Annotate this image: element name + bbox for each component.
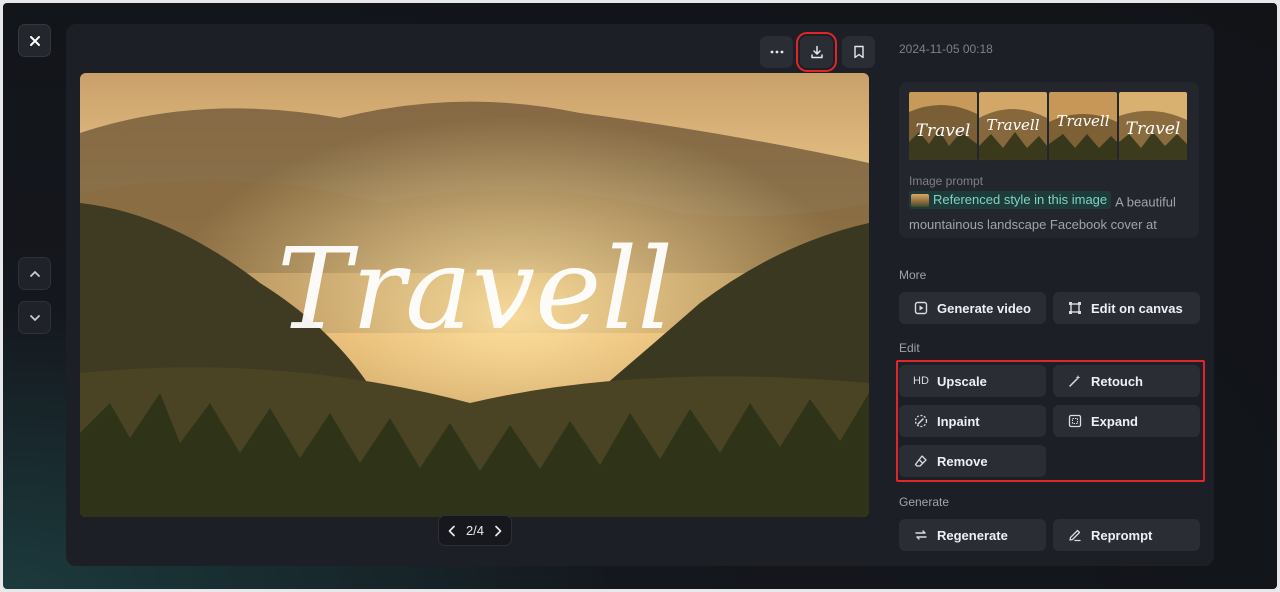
regenerate-icon [913,527,929,543]
chevron-right-icon[interactable] [493,525,503,537]
reference-chip-label: Referenced style in this image [933,192,1108,207]
pencil-icon [1067,527,1083,543]
generate-video-label: Generate video [937,300,1031,316]
more-horizontal-icon [770,50,783,54]
reference-style-chip[interactable]: Referenced style in this image [909,191,1112,209]
chevron-up-icon [29,270,40,277]
thumbnail-3-text: Travell [1056,112,1109,130]
chevron-down-icon [29,314,40,321]
regenerate-button[interactable]: Regenerate [899,519,1046,551]
next-image-button[interactable] [18,301,51,334]
prompt-card: Travel Travell Travell Travel Image prom… [899,82,1199,238]
prompt-label: Image prompt [909,174,984,188]
thumbnail-4-text: Travel [1126,119,1181,139]
regenerate-label: Regenerate [937,527,1008,543]
thumbnail-strip: Travel Travell Travell Travel [909,92,1187,160]
edit-on-canvas-button[interactable]: Edit on canvas [1053,292,1200,324]
reprompt-label: Reprompt [1091,527,1153,543]
download-icon [810,45,823,59]
prompt-text-block: Referenced style in this image A beautifu… [909,191,1194,238]
edit-on-canvas-label: Edit on canvas [1091,300,1183,316]
previous-image-button[interactable] [18,257,51,290]
close-button[interactable] [18,24,51,57]
image-detail-panel: Travell 2/4 2024-11-05 00:18 Travel Trav… [66,24,1214,566]
thumbnail-2-text: Travell [986,116,1039,134]
more-options-button[interactable] [760,36,793,68]
main-image[interactable]: Travell [80,73,869,517]
edit-section-highlight [896,360,1205,482]
thumbnail-3[interactable]: Travell [1049,92,1117,160]
thumbnail-4[interactable]: Travel [1119,92,1187,160]
thumbnail-2[interactable]: Travell [979,92,1047,160]
section-label-more: More [899,268,927,282]
creation-timestamp: 2024-11-05 00:18 [899,42,993,56]
section-label-edit: Edit [899,341,920,355]
app-window: Travell 2/4 2024-11-05 00:18 Travel Trav… [3,3,1277,589]
pagination: 2/4 [438,515,512,546]
thumbnail-1[interactable]: Travel [909,92,977,160]
bookmark-button[interactable] [842,36,875,68]
close-icon [29,35,40,46]
generate-video-button[interactable]: Generate video [899,292,1046,324]
thumbnail-1-text: Travel [916,121,971,141]
page-indicator: 2/4 [465,523,485,538]
reference-thumbnail [911,193,929,207]
download-button[interactable] [796,32,837,72]
chevron-left-icon[interactable] [447,525,457,537]
canvas-icon [1067,300,1083,316]
section-label-generate: Generate [899,495,950,509]
generate-video-icon [913,300,929,316]
reprompt-button[interactable]: Reprompt [1053,519,1200,551]
main-image-caption: Travell [277,225,673,355]
bookmark-icon [853,45,864,59]
